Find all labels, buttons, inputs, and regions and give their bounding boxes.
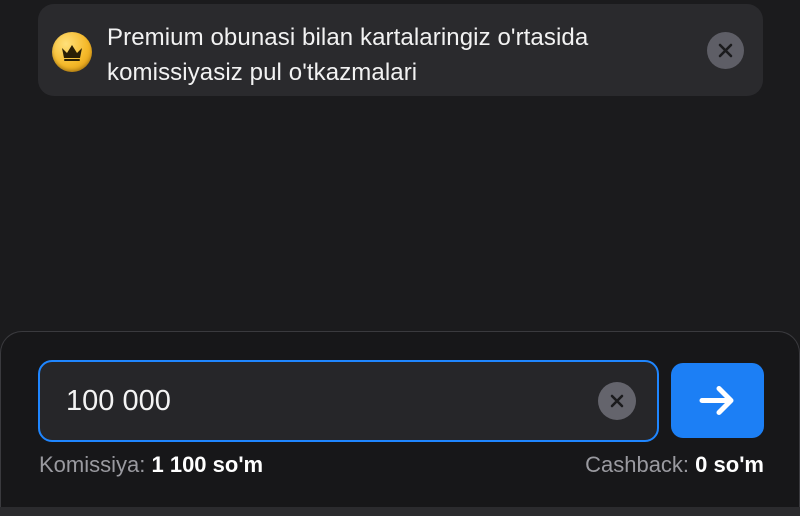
clear-icon (610, 394, 624, 408)
crown-icon (62, 45, 82, 61)
bottom-divider-strip (0, 507, 800, 516)
transfer-amount-sheet: Komissiya: 1 100 so'm Cashback: 0 so'm (0, 331, 800, 516)
close-icon (718, 43, 733, 58)
fee-info-row: Komissiya: 1 100 so'm Cashback: 0 so'm (39, 452, 764, 480)
premium-promo-banner[interactable]: Premium obunasi bilan kartalaringiz o'rt… (38, 4, 763, 96)
cashback-value: 0 so'm (695, 452, 764, 477)
commission-label: Komissiya: (39, 452, 146, 477)
submit-transfer-button[interactable] (671, 363, 764, 438)
promo-text-line-2: komissiyasiz pul o'tkazmalari (107, 59, 418, 86)
arrow-right-icon (699, 386, 734, 415)
commission-info: Komissiya: 1 100 so'm (39, 452, 263, 478)
promo-text-line-1: Premium obunasi bilan kartalaringiz o'rt… (107, 24, 589, 51)
cashback-label: Cashback: (585, 452, 690, 477)
premium-badge (52, 32, 92, 72)
screen: Premium obunasi bilan kartalaringiz o'rt… (0, 0, 800, 516)
amount-field[interactable] (38, 360, 659, 442)
promo-text: Premium obunasi bilan kartalaringiz o'rt… (107, 20, 687, 90)
clear-amount-button[interactable] (598, 382, 636, 420)
commission-value: 1 100 so'm (151, 452, 264, 477)
cashback-info: Cashback: 0 so'm (585, 452, 764, 478)
promo-close-button[interactable] (707, 32, 744, 69)
amount-input[interactable] (66, 382, 566, 420)
